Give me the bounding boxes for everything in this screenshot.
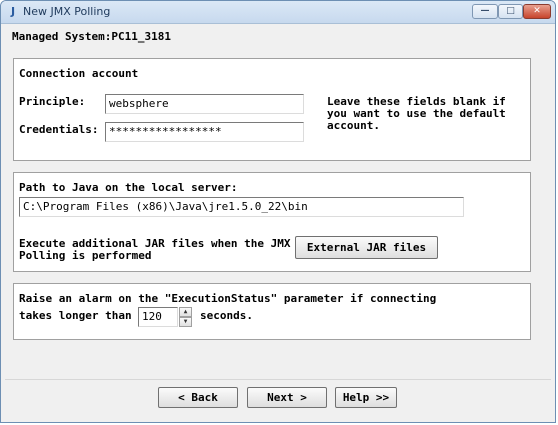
spin-up-icon[interactable]: ▲ xyxy=(179,307,192,317)
alarm-group: Raise an alarm on the "ExecutionStatus" … xyxy=(13,283,531,340)
minimize-button[interactable]: — xyxy=(472,4,498,19)
external-jar-files-button[interactable]: External JAR files xyxy=(295,236,438,259)
java-path-label: Path to Java on the local server: xyxy=(19,181,238,194)
window-title: New JMX Polling xyxy=(23,5,111,18)
connection-heading: Connection account xyxy=(19,67,139,80)
footer-divider xyxy=(5,379,551,380)
hint-line-3: account. xyxy=(327,119,380,132)
back-button[interactable]: < Back xyxy=(158,387,238,408)
connection-account-group: Connection account Principle: websphere … xyxy=(13,58,531,161)
java-app-icon: J xyxy=(10,5,16,18)
close-button[interactable]: ✕ xyxy=(523,4,551,19)
next-button[interactable]: Next > xyxy=(247,387,327,408)
credentials-input[interactable]: ***************** xyxy=(105,122,304,142)
alarm-text-prefix: takes longer than xyxy=(19,309,132,322)
jar-text-line-2: Polling is performed xyxy=(19,249,152,262)
dialog-content: Managed System:PC11_3181 Connection acco… xyxy=(5,24,551,417)
title-bar[interactable]: J New JMX Polling — □ ✕ xyxy=(1,1,555,24)
help-button[interactable]: Help >> xyxy=(335,387,397,408)
principle-label: Principle: xyxy=(19,95,86,108)
java-path-input[interactable]: C:\Program Files (x86)\Java\jre1.5.0_22\… xyxy=(19,197,464,217)
alarm-text-suffix: seconds. xyxy=(200,309,253,322)
principle-input[interactable]: websphere xyxy=(105,94,304,114)
timeout-input[interactable]: 120 xyxy=(138,307,178,327)
dialog-window: J New JMX Polling — □ ✕ Managed System:P… xyxy=(0,0,556,423)
maximize-button[interactable]: □ xyxy=(498,4,523,19)
java-path-group: Path to Java on the local server: C:\Pro… xyxy=(13,172,531,272)
alarm-text-line-1: Raise an alarm on the "ExecutionStatus" … xyxy=(19,292,437,305)
managed-system-label: Managed System:PC11_3181 xyxy=(12,30,171,43)
credentials-label: Credentials: xyxy=(19,123,99,136)
spin-down-icon[interactable]: ▼ xyxy=(179,317,192,327)
